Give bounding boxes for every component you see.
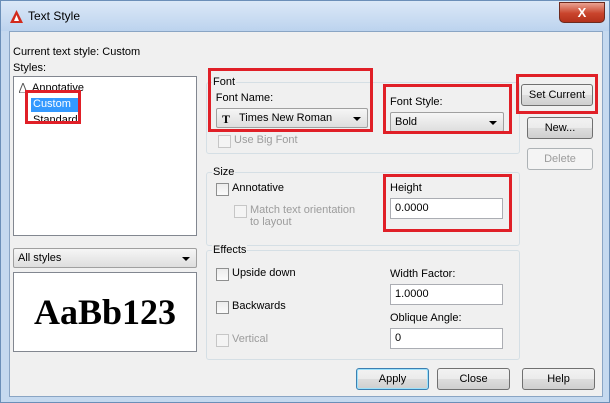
use-big-font-checkbox[interactable] [218, 135, 231, 148]
preview-text: AaBb123 [33, 292, 177, 332]
highlight-height [383, 174, 512, 232]
styles-filter-value: All styles [18, 252, 62, 264]
effects-group-label: Effects [212, 244, 248, 256]
chevron-down-icon [182, 257, 190, 261]
apply-button[interactable]: Apply [356, 368, 429, 390]
annotative-label: Annotative [232, 182, 284, 194]
autocad-triangle-icon [10, 10, 23, 23]
title-bar[interactable]: Text Style X [1, 1, 609, 31]
oblique-angle-label: Oblique Angle: [390, 312, 462, 324]
size-group-label: Size [212, 166, 236, 178]
annotative-checkbox[interactable] [216, 183, 229, 196]
upside-down-checkbox[interactable] [216, 268, 229, 281]
close-window-button[interactable]: X [559, 2, 605, 23]
close-icon: X [577, 5, 587, 20]
new-button[interactable]: New... [527, 117, 593, 139]
use-big-font-label: Use Big Font [234, 134, 298, 146]
backwards-checkbox[interactable] [216, 301, 229, 314]
text-style-dialog: Text Style X Current text style: Custom … [0, 0, 610, 403]
oblique-angle-input[interactable]: 0 [390, 328, 503, 349]
dialog-body: Current text style: Custom Styles: Annot… [9, 31, 603, 397]
highlight-font-style [383, 84, 512, 134]
match-orientation-label-line1: Match text orientation [250, 204, 356, 216]
window-title: Text Style [28, 9, 81, 23]
width-factor-label: Width Factor: [390, 268, 456, 280]
styles-filter-dropdown[interactable]: All styles [13, 248, 197, 268]
style-preview: AaBb123 [13, 272, 197, 352]
backwards-label: Backwards [232, 300, 286, 312]
help-button[interactable]: Help [522, 368, 595, 390]
upside-down-label: Upside down [232, 267, 296, 279]
width-factor-input[interactable]: 1.0000 [390, 284, 503, 305]
highlight-font-name [208, 68, 373, 132]
styles-label: Styles: [13, 62, 47, 74]
delete-button[interactable]: Delete [527, 148, 593, 170]
oblique-angle-value: 0 [395, 332, 402, 344]
close-button[interactable]: Close [437, 368, 510, 390]
match-orientation-checkbox[interactable] [234, 205, 247, 218]
highlight-set-current [516, 74, 598, 114]
vertical-checkbox[interactable] [216, 334, 229, 347]
highlight-custom-style [25, 90, 81, 124]
width-factor-value: 1.0000 [395, 288, 429, 300]
current-style-label: Current text style: Custom [13, 46, 141, 58]
match-orientation-label-line2: to layout [250, 216, 292, 228]
vertical-label: Vertical [232, 333, 269, 345]
